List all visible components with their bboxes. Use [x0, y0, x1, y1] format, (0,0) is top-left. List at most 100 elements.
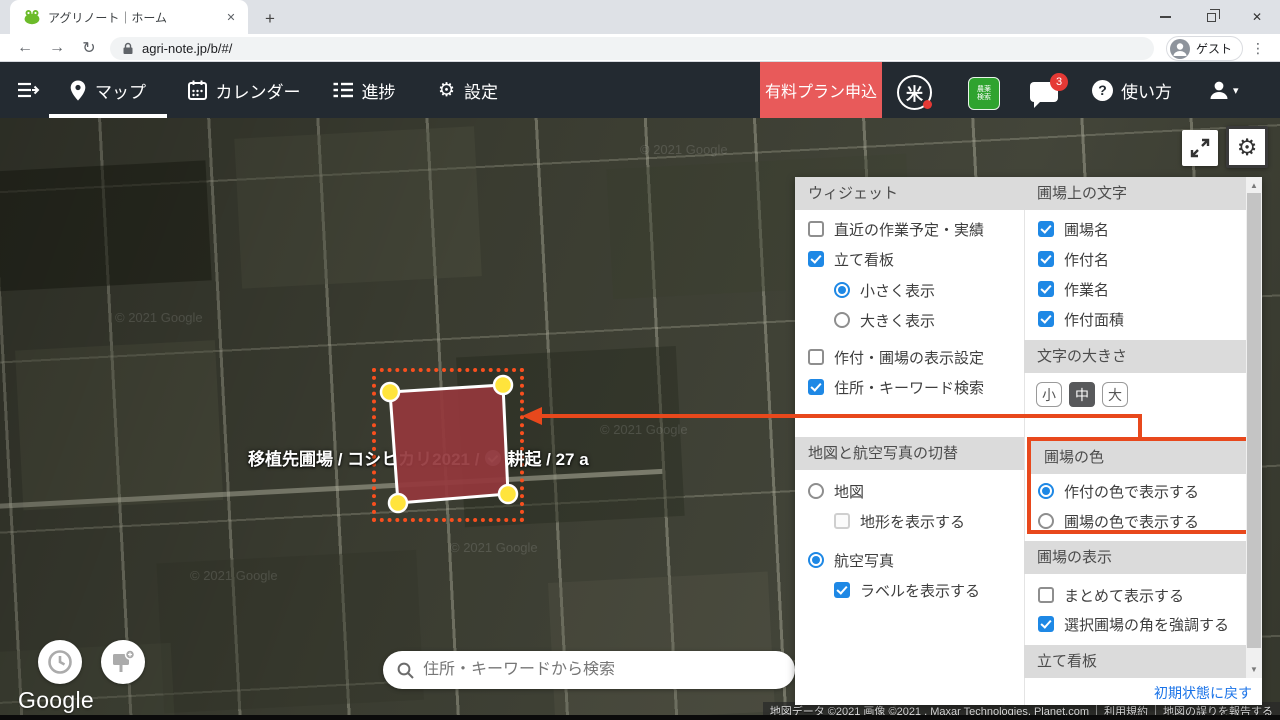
nav-tab-map-label: マップ [95, 78, 146, 103]
checkbox-icon[interactable] [808, 251, 824, 267]
checkbox-crop-area[interactable]: 作付面積 [1038, 308, 1124, 330]
agrinote-frog-favicon [24, 9, 40, 25]
scroll-down-icon[interactable]: ▼ [1246, 662, 1262, 677]
close-button[interactable]: ✕ [1234, 0, 1280, 34]
window-bottom-edge [0, 715, 1280, 720]
checkbox-icon[interactable] [808, 379, 824, 395]
radio-icon[interactable] [1038, 513, 1054, 529]
google-logo[interactable]: Google [18, 687, 94, 714]
map-pin-icon [70, 80, 86, 101]
window-controls: ✕ [1142, 0, 1280, 34]
search-input[interactable] [423, 661, 763, 679]
field-info-label[interactable]: 移植先圃場 / コシヒカリ2021 / 耕起 / 27 a [248, 445, 589, 470]
section-header-field-text: 圃場上の文字 [1024, 177, 1246, 210]
checkbox-icon[interactable] [834, 513, 850, 529]
scroll-up-icon[interactable]: ▲ [1246, 178, 1262, 193]
checkbox-icon[interactable] [834, 582, 850, 598]
avatar [1170, 39, 1190, 59]
checkbox-icon[interactable] [1038, 221, 1054, 237]
question-icon: ? [1092, 80, 1113, 101]
browser-window: アグリノート｜ホーム ✕ + ✕ ← → ↻ agri-note.jp/b/#/… [0, 0, 1280, 720]
rice-news-button[interactable]: 米 [897, 75, 932, 110]
checkbox-crop-name[interactable]: 作付名 [1038, 248, 1109, 270]
radio-icon[interactable] [808, 552, 824, 568]
account-menu-button[interactable]: ▾ [1208, 62, 1239, 118]
checkbox-label: 直近の作業予定・実績 [834, 219, 984, 240]
reload-button[interactable]: ↻ [76, 36, 102, 60]
minimize-button[interactable] [1142, 0, 1188, 34]
radio-color-by-crop[interactable]: 作付の色で表示する [1038, 480, 1199, 502]
text-size-small-button[interactable]: 小 [1036, 382, 1062, 407]
restore-button[interactable] [1188, 0, 1234, 34]
fullscreen-button[interactable] [1182, 130, 1218, 166]
checkbox-field-name[interactable]: 圃場名 [1038, 218, 1109, 240]
pesticide-search-button[interactable]: 農薬 検索 [968, 77, 1000, 110]
browser-tab[interactable]: アグリノート｜ホーム ✕ [10, 0, 248, 34]
checkbox-emphasize-corners[interactable]: 選択圃場の角を強調する [1038, 613, 1229, 635]
checkbox-recent-tasks[interactable]: 直近の作業予定・実績 [808, 218, 984, 240]
checkbox-display-settings[interactable]: 作付・圃場の表示設定 [808, 346, 984, 368]
checkbox-labels[interactable]: ラベルを表示する [834, 579, 980, 601]
checkbox-label: 立て看板 [834, 249, 894, 270]
radio-map-view[interactable]: 地図 [808, 480, 864, 502]
nav-tab-map[interactable]: マップ [49, 62, 167, 118]
add-signboard-button[interactable] [101, 640, 145, 684]
nav-tab-calendar[interactable]: カレンダー [180, 62, 308, 118]
checkbox-icon[interactable] [1038, 281, 1054, 297]
checkbox-keyword-search[interactable]: 住所・キーワード検索 [808, 376, 984, 398]
book-icon-line2: 検索 [977, 94, 991, 101]
radio-signboard-large[interactable]: 大きく表示 [834, 309, 935, 331]
checkbox-work-name[interactable]: 作業名 [1038, 278, 1109, 300]
radio-icon[interactable] [834, 282, 850, 298]
map-search-bar [383, 651, 795, 689]
nav-tab-progress[interactable]: 進捗 [323, 62, 405, 118]
tab-close-icon[interactable]: ✕ [222, 8, 240, 26]
url-bar[interactable]: agri-note.jp/b/#/ [110, 37, 1154, 60]
checkbox-icon[interactable] [1038, 311, 1054, 327]
gear-icon: ⚙ [438, 79, 455, 102]
nav-tab-calendar-label: カレンダー [216, 78, 301, 103]
checkbox-terrain[interactable]: 地形を表示する [834, 510, 965, 532]
checkbox-icon[interactable] [808, 349, 824, 365]
messages-button[interactable]: 3 [1030, 76, 1068, 110]
checkbox-icon[interactable] [1038, 616, 1054, 632]
text-size-medium-button[interactable]: 中 [1069, 382, 1095, 407]
checkbox-icon[interactable] [808, 221, 824, 237]
nav-tab-settings[interactable]: ⚙ 設定 [428, 62, 508, 118]
map-watermark: © 2021 Google [600, 422, 688, 437]
browser-tab-bar: アグリノート｜ホーム ✕ + ✕ [0, 0, 1280, 34]
checkbox-icon[interactable] [1038, 251, 1054, 267]
section-header-field-color: 圃場の色 [1031, 441, 1251, 474]
reset-defaults-link[interactable]: 初期状態に戻す [1120, 683, 1252, 703]
radio-signboard-small[interactable]: 小さく表示 [834, 279, 935, 301]
profile-chip[interactable]: ゲスト [1166, 36, 1243, 61]
checkbox-signboard[interactable]: 立て看板 [808, 248, 894, 270]
back-button[interactable]: ← [12, 36, 38, 60]
radio-icon[interactable] [808, 483, 824, 499]
profile-name: ゲスト [1196, 40, 1232, 57]
radio-icon[interactable] [1038, 483, 1054, 499]
radio-color-by-field[interactable]: 圃場の色で表示する [1038, 510, 1199, 532]
panel-scrollbar[interactable]: ▲ ▼ [1246, 177, 1262, 678]
help-button[interactable]: ? 使い方 [1092, 62, 1172, 118]
nav-tab-progress-label: 進捗 [362, 78, 396, 103]
notification-dot [923, 100, 932, 109]
radio-aerial-view[interactable]: 航空写真 [808, 549, 894, 571]
browser-menu-icon[interactable]: ⋮ [1248, 36, 1268, 60]
map-settings-button[interactable]: ⚙ [1226, 126, 1268, 168]
task-check-icon [485, 450, 501, 466]
paid-plan-button[interactable]: 有料プラン申込 [760, 62, 882, 118]
text-size-large-button[interactable]: 大 [1102, 382, 1128, 407]
help-label: 使い方 [1121, 78, 1172, 103]
radio-icon[interactable] [834, 312, 850, 328]
checkbox-label: まとめて表示する [1064, 585, 1184, 606]
forward-button[interactable]: → [44, 36, 70, 60]
checkbox-icon[interactable] [1038, 587, 1054, 603]
history-button[interactable] [38, 640, 82, 684]
checkbox-grouped-display[interactable]: まとめて表示する [1038, 584, 1184, 606]
new-tab-button[interactable]: + [258, 7, 282, 31]
scrollbar-thumb[interactable] [1247, 193, 1261, 648]
clock-icon [47, 649, 73, 675]
menu-toggle-button[interactable] [8, 62, 48, 118]
checkbox-label: 作業名 [1064, 279, 1109, 300]
